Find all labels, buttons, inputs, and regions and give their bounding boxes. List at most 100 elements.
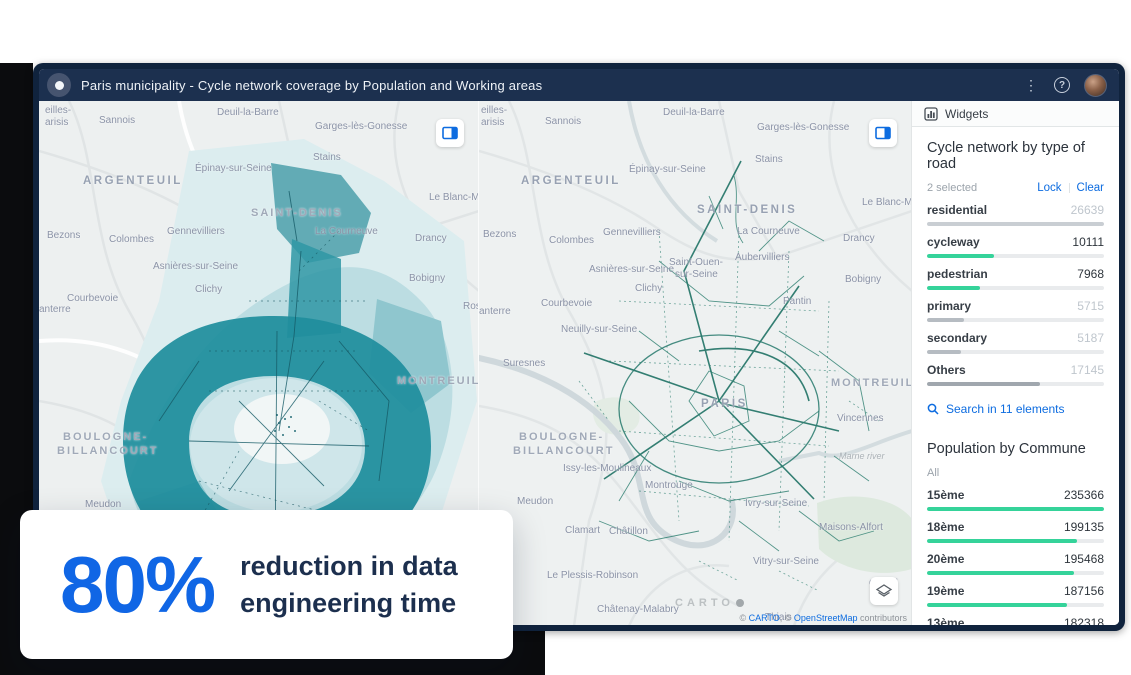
map-place-label: Colombes (109, 234, 154, 245)
widget-row[interactable]: 13ème 182318 (927, 616, 1104, 625)
row-label: 20ème (927, 552, 964, 566)
widget-row[interactable]: 15ème235366 (927, 488, 1104, 511)
row-bar-fill (927, 382, 1040, 386)
map-place-label: Pantin (783, 296, 811, 307)
widget-row[interactable]: Others 17145 (927, 363, 1104, 386)
map-place-label: Marne river (839, 451, 885, 461)
map-place-label: Châtenay-Malabry (597, 604, 679, 615)
layer-panel-button[interactable] (436, 119, 464, 147)
widget-row[interactable]: pedestrian7968 (927, 267, 1104, 290)
row-label: cycleway (927, 235, 980, 249)
map-place-label: Châtillon (609, 526, 648, 537)
map-place-label: Asnières-sur-Seine (153, 261, 238, 272)
map-place-label: Gennevilliers (167, 226, 225, 237)
widget-row[interactable]: primary 5715 (927, 299, 1104, 322)
row-bar-track (927, 318, 1104, 322)
divider (1069, 183, 1070, 193)
layer-panel-button[interactable] (869, 119, 897, 147)
map-place-label: Gennevilliers (603, 227, 661, 238)
row-bar-fill (927, 539, 1077, 543)
carto-watermark: CARTO (675, 597, 744, 609)
row-value: 199135 (1064, 520, 1104, 534)
map-place-label: Courbevoie (67, 293, 118, 304)
layers-icon (875, 126, 891, 140)
clear-button[interactable]: Clear (1077, 182, 1104, 194)
widget-population: Population by Commune All 15ème235366 18è… (912, 428, 1119, 625)
stat-value: 80% (60, 545, 214, 625)
map-place-label: Deuil-la-Barre (663, 107, 725, 118)
category-bar-list: 15ème235366 18ème 199135 20ème195468 19ème 18… (927, 488, 1104, 625)
row-label: 19ème (927, 584, 964, 598)
map-place-label: Bezons (47, 230, 80, 241)
selection-count: 2 selected (927, 182, 977, 194)
row-bar-track (927, 222, 1104, 226)
map-place-label: Deuil-la-Barre (217, 107, 279, 118)
help-icon[interactable]: ? (1054, 77, 1070, 93)
map-place-label: Meudon (85, 499, 121, 510)
map-place-label: arisis (45, 117, 68, 128)
app-logo-icon[interactable] (47, 73, 71, 97)
map-labels-layer: eilles-arisisSannoisDeuil-la-BarreGarges… (479, 101, 911, 625)
row-bar-fill (927, 318, 964, 322)
map-title: Paris municipality - Cycle network cover… (81, 78, 1012, 93)
widgets-header: Widgets (912, 101, 1119, 127)
map-attribution: © CARTO, © OpenStreetMap contributors (739, 613, 907, 623)
row-bar-fill (927, 286, 980, 290)
widget-row[interactable]: cycleway10111 (927, 235, 1104, 258)
map-place-label: Neuilly-sur-Seine (561, 324, 637, 335)
map-place-label: Stains (313, 152, 341, 163)
map-place-label: La Courneuve (315, 226, 378, 237)
row-bar-track (927, 254, 1104, 258)
search-icon (927, 403, 939, 415)
map-place-label: Montrouge (645, 480, 693, 491)
row-bar-track (927, 603, 1104, 607)
map-place-label: Maisons-Alfort (819, 522, 883, 533)
widget-row[interactable]: secondary5187 (927, 331, 1104, 354)
map-place-label: ARGENTEUIL (83, 175, 183, 187)
map-place-label: Clichy (635, 283, 662, 294)
map-place-label: MONTREUIL (831, 377, 912, 389)
user-avatar[interactable] (1084, 74, 1107, 97)
widget-row[interactable]: 19ème 187156 (927, 584, 1104, 607)
row-value: 187156 (1064, 584, 1104, 598)
widget-row[interactable]: 18ème 199135 (927, 520, 1104, 543)
widget-row[interactable]: residential26639 (927, 203, 1104, 226)
more-options-icon[interactable]: ⋮ (1022, 76, 1040, 94)
map-place-label: anterre (479, 306, 511, 317)
map-cycle-network[interactable]: eilles-arisisSannoisDeuil-la-BarreGarges… (479, 101, 912, 625)
row-bar-fill (927, 222, 1104, 226)
map-place-label: SAINT-DENIS (697, 204, 797, 216)
map-place-label: Clamart (565, 525, 600, 536)
row-value: 182318 (1064, 616, 1104, 625)
row-label: residential (927, 203, 987, 217)
widget-title: Cycle network by type of road (927, 140, 1104, 172)
map-place-label: eilles- (45, 105, 71, 116)
row-bar-track (927, 286, 1104, 290)
map-place-label: Saint-Ouen- (669, 257, 723, 268)
map-place-label: anterre (39, 304, 71, 315)
row-label: Others (927, 363, 966, 377)
row-label: 18ème (927, 520, 964, 534)
map-place-label: Stains (755, 154, 783, 165)
row-label: pedestrian (927, 267, 988, 281)
carto-link[interactable]: CARTO (749, 613, 780, 623)
row-label: 13ème (927, 616, 964, 625)
row-label: primary (927, 299, 971, 313)
map-place-label: BOULOGNE- (63, 431, 148, 443)
row-value: 17145 (1071, 363, 1104, 377)
row-value: 5187 (1077, 331, 1104, 345)
widget-title: Population by Commune (927, 441, 1104, 457)
osm-link[interactable]: OpenStreetMap (794, 613, 858, 623)
map-place-label: BOULOGNE- (519, 431, 604, 443)
widget-row[interactable]: 20ème195468 (927, 552, 1104, 575)
row-value: 5715 (1077, 299, 1104, 313)
lock-button[interactable]: Lock (1037, 182, 1061, 194)
map-place-label: Le Blanc-Mes (429, 192, 479, 203)
map-place-label: Meudon (517, 496, 553, 507)
selection-count: All (927, 467, 939, 479)
basemap-button[interactable] (870, 577, 898, 605)
widget-cycle-network: Cycle network by type of road 2 selected… (912, 127, 1119, 428)
search-elements-button[interactable]: Search in 11 elements (927, 402, 1104, 416)
map-place-label: Aubervilliers (735, 252, 789, 263)
row-value: 235366 (1064, 488, 1104, 502)
